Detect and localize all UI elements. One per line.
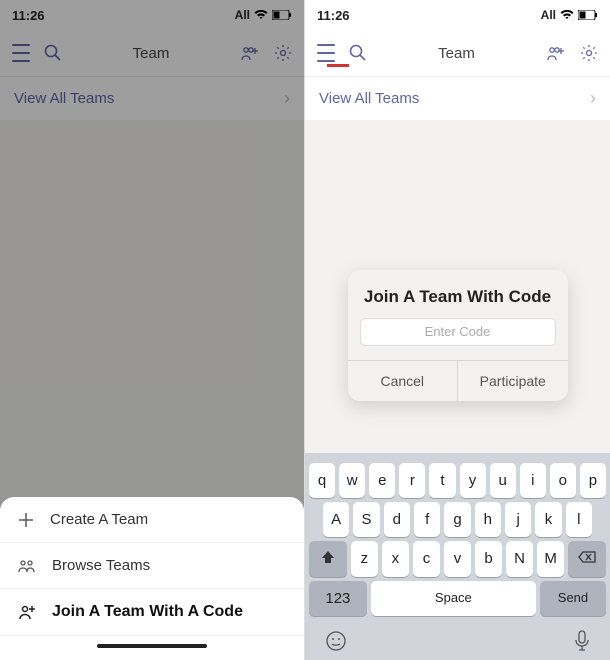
key-n[interactable]: N [506,541,533,577]
bottom-sheet: Create A Team Browse Teams Join A Team W… [0,497,304,660]
phone-right-screen: 11:26 All Team View All Teams › Join A T… [305,0,610,660]
search-icon[interactable] [349,44,367,62]
key-x[interactable]: x [382,541,409,577]
wifi-icon [560,10,574,20]
key-j[interactable]: j [505,502,531,537]
key-q[interactable]: q [309,463,335,498]
participate-button[interactable]: Participate [458,361,568,401]
key-m[interactable]: M [537,541,564,577]
browse-teams-label: Browse Teams [52,557,150,574]
cancel-button[interactable]: Cancel [348,361,459,401]
battery-icon [578,10,598,20]
send-key[interactable]: Send [540,581,606,616]
key-r[interactable]: r [399,463,425,498]
phone-left-screen: 11:26 All Team View All Teams › Create A… [0,0,305,660]
status-icons: All [541,8,598,22]
microphone-icon[interactable] [574,630,590,652]
key-t[interactable]: t [429,463,455,498]
key-k[interactable]: k [535,502,561,537]
key-row-2: ASdfghjkl [309,502,606,537]
key-v[interactable]: v [444,541,471,577]
key-u[interactable]: u [490,463,516,498]
key-a[interactable]: A [323,502,349,537]
join-code-dialog: Join A Team With Code Enter Code Cancel … [348,270,568,401]
view-all-teams-row[interactable]: View All Teams › [305,76,610,120]
key-h[interactable]: h [475,502,501,537]
key-c[interactable]: c [413,541,440,577]
backspace-key[interactable] [568,541,606,577]
numeric-key[interactable]: 123 [309,581,367,616]
page-title: Team [381,45,532,62]
key-d[interactable]: d [384,502,410,537]
key-row-3: zxcvbNM [309,541,606,577]
key-z[interactable]: z [351,541,378,577]
dialog-buttons: Cancel Participate [348,360,568,401]
create-team-row[interactable]: Create A Team [0,497,304,543]
join-with-code-label: Join A Team With A Code [52,603,243,621]
browse-teams-row[interactable]: Browse Teams [0,543,304,589]
chevron-right-icon: › [590,88,596,109]
people-icon [18,559,36,573]
plus-icon [18,512,34,528]
key-y[interactable]: y [460,463,486,498]
home-indicator[interactable] [97,644,207,648]
top-bar: Team [305,30,610,76]
person-add-icon [18,604,36,620]
key-p[interactable]: p [580,463,606,498]
keyboard-bottom-row [309,620,606,652]
dialog-title: Join A Team With Code [348,270,568,318]
key-s[interactable]: S [353,502,379,537]
code-input[interactable]: Enter Code [360,318,556,346]
create-team-label: Create A Team [50,511,148,528]
carrier-label: All [541,8,556,22]
keyboard: qwertyuiop ASdfghjkl zxcvbNM 123 Space S… [305,453,610,660]
gear-icon[interactable] [580,44,598,62]
add-people-icon[interactable] [546,45,566,61]
key-e[interactable]: e [369,463,395,498]
status-bar: 11:26 All [305,0,610,30]
key-g[interactable]: g [444,502,470,537]
shift-key[interactable] [309,541,347,577]
key-f[interactable]: f [414,502,440,537]
key-w[interactable]: w [339,463,365,498]
active-tab-indicator [327,64,349,67]
key-o[interactable]: o [550,463,576,498]
join-with-code-row[interactable]: Join A Team With A Code [0,589,304,636]
hamburger-menu-icon[interactable] [317,41,335,65]
key-i[interactable]: i [520,463,546,498]
key-b[interactable]: b [475,541,502,577]
key-l[interactable]: l [566,502,592,537]
emoji-icon[interactable] [325,630,347,652]
key-row-4: 123 Space Send [309,581,606,616]
space-key[interactable]: Space [371,581,536,616]
key-row-1: qwertyuiop [309,463,606,498]
view-all-label: View All Teams [319,90,419,107]
status-time: 11:26 [317,8,350,23]
